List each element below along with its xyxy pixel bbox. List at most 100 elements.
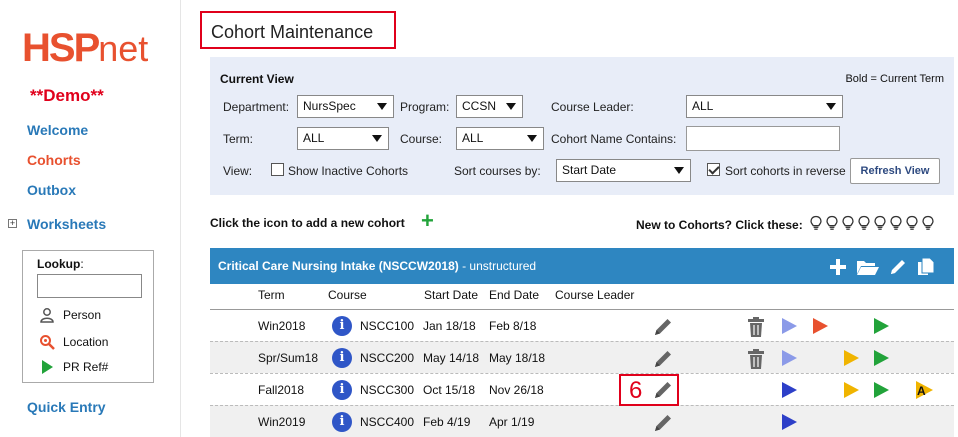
sidebar: HSPnet **Demo** Welcome Cohorts Outbox +… — [0, 0, 180, 437]
chevron-down-icon — [826, 103, 836, 110]
course-label: Course: — [400, 132, 443, 146]
cohort-name-input[interactable] — [686, 126, 840, 151]
department-label: Department: — [223, 100, 290, 114]
lightbulb-help-icon[interactable] — [824, 215, 840, 231]
current-view-title: Current View — [220, 72, 294, 86]
step-number: 6 — [629, 377, 643, 404]
play-green-icon[interactable] — [872, 381, 890, 399]
lightbulb-help-icon[interactable] — [904, 215, 920, 231]
refresh-view-button[interactable]: Refresh View — [850, 158, 940, 184]
bold-note: Bold = Current Term — [845, 73, 944, 85]
trash-icon[interactable] — [746, 348, 766, 370]
row-course: NSCC300 — [360, 383, 415, 397]
row-end-date: Apr 1/19 — [489, 415, 535, 429]
sort-reverse-checkbox[interactable] — [707, 163, 720, 176]
nav-cohorts[interactable]: Cohorts — [27, 152, 81, 168]
term-select[interactable]: ALL — [297, 127, 389, 150]
logo-main-text: HSP — [22, 26, 100, 70]
lookup-pr-ref-label: PR Ref# — [63, 360, 109, 374]
play-blue-icon[interactable] — [780, 381, 798, 399]
help-bulbs — [808, 215, 936, 231]
new-to-cohorts-text: New to Cohorts? Click these: — [636, 218, 803, 232]
trash-icon[interactable] — [746, 316, 766, 338]
lightbulb-help-icon[interactable] — [872, 215, 888, 231]
row-start-date: Feb 4/19 — [423, 415, 471, 429]
location-search-icon — [40, 335, 55, 350]
program-select[interactable]: CCSN — [456, 95, 523, 118]
chevron-down-icon — [674, 167, 684, 174]
chevron-down-icon — [527, 135, 537, 142]
sort-reverse-label: Sort cohorts in reverse — [725, 164, 846, 178]
nav-quick-entry[interactable]: Quick Entry — [27, 399, 106, 415]
hspnet-logo[interactable]: HSPnet — [22, 26, 162, 70]
lightbulb-help-icon[interactable] — [856, 215, 872, 231]
course-leader-value: ALL — [692, 99, 714, 113]
lookup-person-label: Person — [63, 308, 102, 322]
play-red-icon[interactable] — [811, 317, 829, 335]
play-green-icon[interactable] — [872, 349, 890, 367]
info-icon[interactable]: i — [332, 412, 352, 432]
info-icon[interactable]: i — [332, 316, 352, 336]
pencil-edit-icon[interactable] — [652, 316, 674, 338]
play-light-icon[interactable] — [780, 349, 798, 367]
nav-worksheets[interactable]: Worksheets — [27, 216, 106, 232]
program-label: Program: — [400, 100, 450, 114]
lightbulb-help-icon[interactable] — [840, 215, 856, 231]
column-term: Term — [258, 288, 285, 302]
table-row: Win2018 i NSCC100 Jan 18/18 Feb 8/18 — [210, 309, 954, 341]
course-leader-select[interactable]: ALL — [686, 95, 843, 118]
view-label: View: — [223, 164, 253, 178]
play-blue-icon[interactable] — [780, 413, 798, 431]
copy-cohort-icon[interactable] — [916, 257, 936, 277]
row-term: Win2018 — [258, 319, 306, 333]
worksheets-expand-icon[interactable]: + — [8, 219, 17, 228]
lightbulb-help-icon[interactable] — [808, 215, 824, 231]
info-icon[interactable]: i — [332, 380, 352, 400]
row-end-date: Feb 8/18 — [489, 319, 537, 333]
lookup-person[interactable]: Person — [39, 307, 101, 323]
pencil-edit-icon[interactable] — [652, 412, 674, 434]
play-light-icon[interactable] — [780, 317, 798, 335]
column-end-date: End Date — [489, 288, 540, 302]
cohort-title: Critical Care Nursing Intake (NSCCW2018) — [218, 259, 459, 273]
course-select[interactable]: ALL — [456, 127, 544, 150]
sidebar-divider — [180, 0, 181, 437]
department-value: NursSpec — [303, 99, 356, 113]
row-course: NSCC200 — [360, 351, 415, 365]
info-icon[interactable]: i — [332, 348, 352, 368]
play-green-icon[interactable] — [872, 317, 890, 335]
lookup-title-colon: : — [80, 257, 84, 271]
person-icon — [40, 308, 54, 323]
nav-welcome[interactable]: Welcome — [27, 122, 88, 138]
show-inactive-checkbox[interactable] — [271, 163, 284, 176]
lightbulb-help-icon[interactable] — [920, 215, 936, 231]
green-arrow-icon — [42, 360, 53, 374]
logo-suffix-text: net — [98, 28, 149, 69]
row-course: NSCC400 — [360, 415, 415, 429]
lookup-title: Lookup — [37, 257, 81, 271]
add-cohort-icon[interactable]: + — [421, 209, 434, 233]
play-yellow-icon[interactable] — [842, 381, 860, 399]
play-yellow-icon[interactable] — [842, 349, 860, 367]
lookup-location[interactable]: Location — [39, 334, 108, 350]
play-yellow-assigned-icon[interactable]: A — [914, 380, 934, 400]
pencil-edit-icon[interactable] — [652, 348, 674, 370]
add-course-icon[interactable] — [828, 257, 848, 277]
sort-by-value: Start Date — [562, 163, 617, 177]
lightbulb-help-icon[interactable] — [888, 215, 904, 231]
department-select[interactable]: NursSpec — [297, 95, 394, 118]
course-value: ALL — [462, 131, 484, 145]
edit-cohort-icon[interactable] — [888, 257, 908, 277]
row-term: Spr/Sum18 — [258, 351, 319, 365]
column-course: Course — [328, 288, 367, 302]
show-inactive-label: Show Inactive Cohorts — [288, 164, 409, 178]
chevron-down-icon — [372, 135, 382, 142]
sort-by-select[interactable]: Start Date — [556, 159, 691, 182]
row-course: NSCC100 — [360, 319, 415, 333]
step-annotation-box: 6 — [619, 374, 679, 406]
lookup-pr-ref[interactable]: PR Ref# — [39, 359, 108, 375]
lookup-input[interactable] — [37, 274, 142, 298]
nav-outbox[interactable]: Outbox — [27, 182, 76, 198]
cohort-name-label: Cohort Name Contains: — [551, 132, 677, 146]
folder-open-icon[interactable] — [856, 257, 880, 277]
